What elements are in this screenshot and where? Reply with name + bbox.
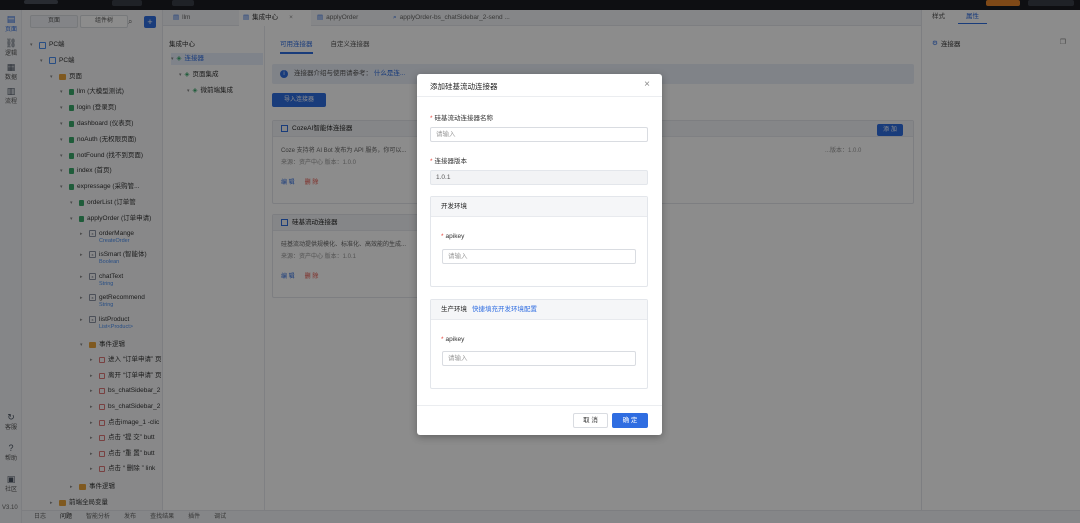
connector-name-input[interactable]: 请输入 <box>430 127 648 142</box>
version-label: * 连接器版本 <box>430 158 468 165</box>
prod-env-section: 生产环境 快捷填充开发环境配置 * apikey 请输入 <box>430 299 648 389</box>
prod-apikey-input[interactable]: 请输入 <box>442 351 636 366</box>
app-window: ▤ 页面 ⛓ 逻辑 ▦ 数据 ▥ 流程 ↻ 客服? 帮助 ▣ 社区 V3.10 页面 组件树 ⌕ + ▾ P… <box>0 0 1080 523</box>
add-connector-dialog: 添加硅基流动连接器 × * 硅基流动连接器名称 请输入 * 连接器版本 1.0.1 … <box>417 74 662 435</box>
cancel-button[interactable]: 取 消 <box>573 413 608 428</box>
version-field: 1.0.1 <box>430 170 648 185</box>
prod-apikey-label: * apikey <box>441 336 465 343</box>
dev-env-section: 开发环境 * apikey 请输入 <box>430 196 648 287</box>
confirm-button[interactable]: 确 定 <box>612 413 648 428</box>
prod-env-title: 生产环境 <box>441 306 467 313</box>
dev-env-title: 开发环境 <box>431 197 647 217</box>
dialog-title: 添加硅基流动连接器 <box>430 82 498 91</box>
dev-apikey-label: * apikey <box>441 233 465 240</box>
name-label: * 硅基流动连接器名称 <box>430 115 494 122</box>
autofill-dev-config-link[interactable]: 快捷填充开发环境配置 <box>472 306 537 313</box>
prod-env-header: 生产环境 快捷填充开发环境配置 <box>431 300 647 320</box>
divider <box>417 96 662 97</box>
close-icon[interactable]: × <box>644 79 650 90</box>
divider <box>417 405 662 406</box>
dev-apikey-input[interactable]: 请输入 <box>442 249 636 264</box>
